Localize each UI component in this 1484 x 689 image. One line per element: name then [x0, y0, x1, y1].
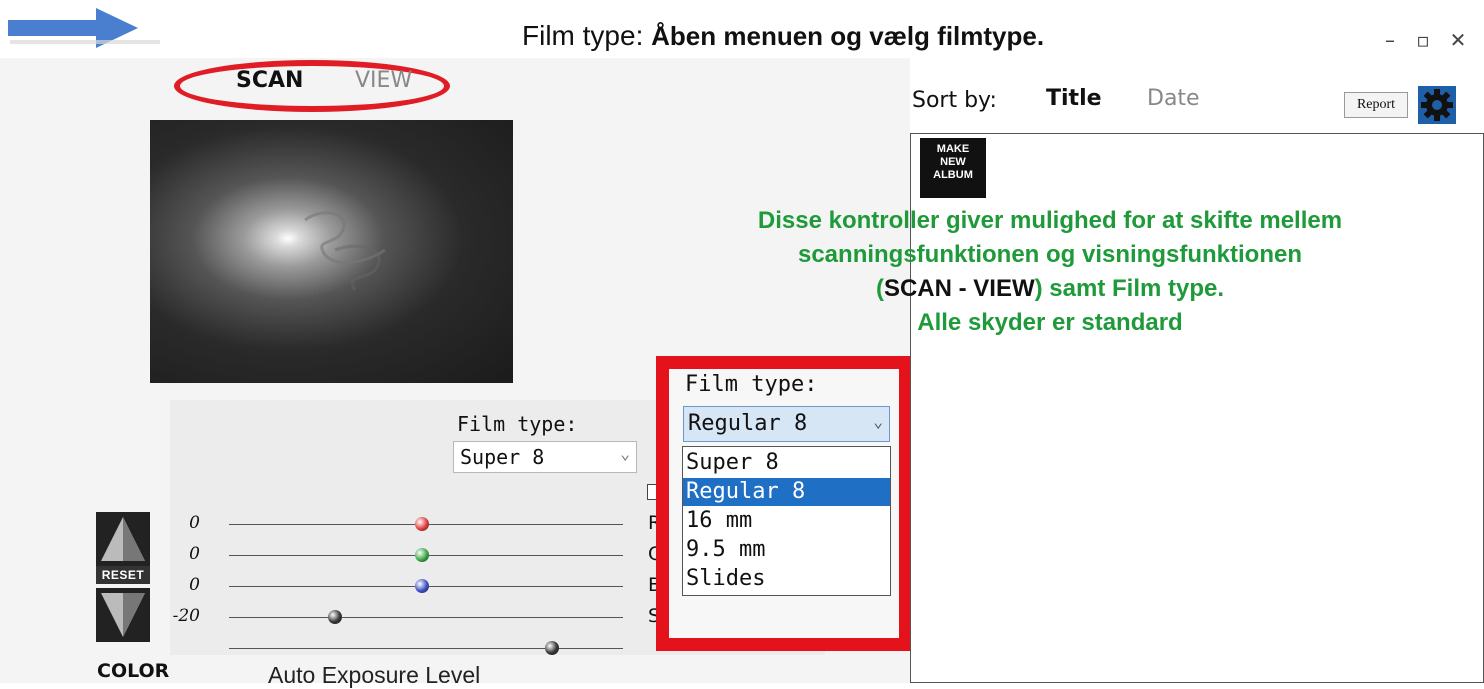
report-button[interactable]: Report [1344, 92, 1408, 118]
annotation-scan-view: SCAN - VIEW [883, 275, 1035, 302]
minimize-button[interactable]: – [1378, 28, 1402, 52]
tab-scan[interactable]: SCAN [236, 68, 303, 93]
maximize-button[interactable]: ▫ [1411, 28, 1435, 52]
make-album-line3: ALBUM [933, 169, 973, 181]
chevron-down-icon: ⌄ [873, 412, 883, 431]
arrow-up-icon[interactable] [96, 512, 150, 566]
sort-by-date[interactable]: Date [1147, 86, 1200, 111]
annotation-line2: scanningsfunktionen og visningsfunktione… [797, 241, 1302, 268]
slider-knob[interactable] [415, 579, 430, 593]
film-type-option[interactable]: Regular 8 [683, 478, 890, 506]
film-type-options: Super 8 Regular 8 16 mm 9.5 mm Slides [682, 446, 891, 596]
slider-track[interactable] [229, 648, 623, 649]
make-album-line1: MAKE [936, 143, 970, 155]
film-type-option[interactable]: 16 mm [683, 507, 890, 535]
film-type-dropdown-label: Film type: [685, 372, 818, 397]
tab-view[interactable]: VIEW [355, 68, 412, 93]
film-type-option[interactable]: Slides [683, 565, 890, 593]
page-title: Film type: Åben menuen og vælg filmtype. [522, 20, 1044, 52]
film-type-label: Film type: [457, 412, 578, 436]
arrow-down-icon[interactable] [96, 588, 150, 642]
slider-value: 0 [189, 544, 200, 564]
film-type-option[interactable]: 9.5 mm [683, 536, 890, 564]
make-album-line2: NEW [940, 156, 966, 168]
title-prefix: Film type: [522, 20, 644, 51]
chevron-down-icon: ⌄ [620, 444, 630, 463]
reset-button[interactable]: RESET [96, 566, 150, 584]
film-preview [150, 120, 513, 383]
annotation-text: Disse kontroller giver mulighed for at s… [600, 204, 1484, 340]
slider-knob[interactable] [415, 517, 430, 531]
film-type-dropdown[interactable]: Regular 8 ⌄ [683, 406, 890, 442]
annotation-line4: Alle skyder er standard [917, 309, 1183, 336]
film-type-value: Super 8 [460, 445, 545, 469]
title-hint: Åben menuen og vælg filmtype. [651, 21, 1045, 51]
film-type-select[interactable]: Super 8 ⌄ [453, 441, 637, 473]
auto-exposure-label: Auto Exposure Level [268, 662, 481, 688]
annotation-line3-open: ( [875, 275, 884, 302]
color-label: COLOR [97, 660, 170, 682]
slider-knob[interactable] [415, 548, 430, 562]
slider-track[interactable] [229, 617, 623, 618]
sort-by-title[interactable]: Title [1046, 86, 1102, 111]
sort-label: Sort by: [912, 88, 997, 113]
annotation-line1: Disse kontroller giver mulighed for at s… [757, 207, 1343, 234]
slider-value: 0 [189, 513, 200, 533]
gear-icon[interactable] [1418, 86, 1456, 124]
logo-watermark [304, 211, 386, 291]
close-button[interactable]: ✕ [1446, 28, 1470, 52]
film-type-option[interactable]: Super 8 [683, 449, 890, 477]
slider-knob[interactable] [545, 641, 560, 655]
film-type-dropdown-value: Regular 8 [688, 411, 808, 436]
slider-value: -20 [172, 606, 200, 626]
slider-value: 0 [189, 575, 200, 595]
annotation-line3: (SCAN - VIEW) samt Film type. [600, 272, 1484, 306]
make-new-album-button[interactable]: MAKE NEW ALBUM [920, 138, 986, 198]
annotation-line3-rest: ) samt Film type. [1034, 275, 1225, 302]
toolbar-caption [10, 40, 160, 44]
